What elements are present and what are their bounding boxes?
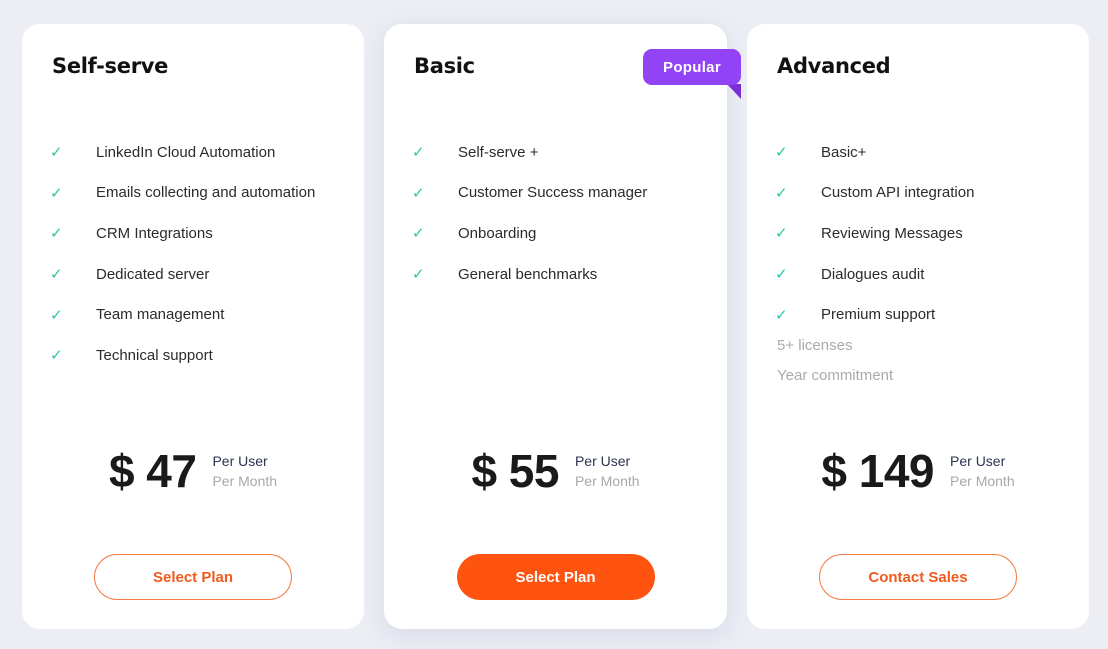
check-icon: ✓ <box>412 225 425 243</box>
feature-item: ✓ Technical support <box>50 346 213 365</box>
check-icon: ✓ <box>412 266 425 284</box>
plan-card-advanced: Advanced ✓ Basic+ ✓ Custom API integration… <box>747 24 1089 629</box>
feature-item: ✓ Team management <box>50 306 225 324</box>
price: $ 149 <box>821 445 935 497</box>
price-block: $ 149 Per User Per Month <box>747 444 1089 498</box>
feature-item: ✓ CRM Integrations <box>50 224 213 243</box>
check-icon: ✓ <box>50 144 63 162</box>
check-icon: ✓ <box>775 144 788 162</box>
plan-card-self-serve: Self-serve ✓ LinkedIn Cloud Automation ✓ E… <box>22 24 364 629</box>
per-user-label: Per User <box>574 453 631 469</box>
price: $ 55 <box>471 445 559 497</box>
feature-item: ✓ Basic+ <box>775 143 867 162</box>
price: $ 47 <box>108 445 197 497</box>
check-icon: ✓ <box>50 266 63 284</box>
feature-item: ✓ LinkedIn Cloud Automation <box>50 143 276 162</box>
plan-title: Self-serve <box>52 54 169 78</box>
check-icon: ✓ <box>775 306 788 324</box>
feature-item: ✓ Custom API integration <box>775 184 975 202</box>
per-user-label: Per User <box>212 453 268 469</box>
feature-item: ✓ Premium support <box>775 306 936 324</box>
contact-sales-button[interactable]: Contact Sales <box>819 554 1017 600</box>
per-user-label: Per User <box>950 453 1006 469</box>
feature-item: ✓ Customer Success manager <box>412 184 648 202</box>
feature-item: ✓ Reviewing Messages <box>775 224 963 243</box>
feature-item: ✓ Self-serve + <box>412 143 539 162</box>
plan-card-basic: Basic ✓ Self-serve + ✓ Customer Success ma… <box>384 24 727 629</box>
check-icon: ✓ <box>50 306 63 324</box>
popular-badge: Popular <box>643 49 741 85</box>
plan-title: Basic <box>414 54 475 78</box>
per-month-label: Per Month <box>212 473 278 489</box>
price-block: $ 47 Per User Per Month <box>22 444 364 498</box>
check-icon: ✓ <box>775 266 788 284</box>
check-icon: ✓ <box>50 347 63 365</box>
per-month-label: Per Month <box>950 473 1015 489</box>
feature-list: ✓ Self-serve + ✓ Customer Success manager … <box>412 132 647 294</box>
check-icon: ✓ <box>775 225 788 243</box>
feature-item: ✓ Dialogues audit <box>775 265 925 284</box>
select-plan-button[interactable]: Select Plan <box>94 554 292 600</box>
extra-note: Year commitment <box>777 367 894 384</box>
feature-item: ✓ Emails collecting and automation <box>50 184 316 202</box>
plan-title: Advanced <box>777 54 891 78</box>
feature-item: ✓ General benchmarks <box>412 265 598 284</box>
check-icon: ✓ <box>412 184 425 202</box>
select-plan-button[interactable]: Select Plan <box>456 554 655 600</box>
check-icon: ✓ <box>775 184 788 202</box>
per-month-label: Per Month <box>574 473 640 489</box>
extra-note: 5+ licenses <box>777 337 853 354</box>
check-icon: ✓ <box>412 144 425 162</box>
check-icon: ✓ <box>50 184 63 202</box>
feature-list: ✓ Basic+ ✓ Custom API integration ✓ Reviewi… <box>775 132 974 335</box>
feature-item: ✓ Onboarding <box>412 224 537 243</box>
feature-list: ✓ LinkedIn Cloud Automation ✓ Emails colle… <box>50 132 315 376</box>
price-block: $ 55 Per User Per Month <box>384 444 727 498</box>
badge-tail <box>727 84 741 99</box>
feature-item: ✓ Dedicated server <box>50 265 210 284</box>
check-icon: ✓ <box>50 225 63 243</box>
